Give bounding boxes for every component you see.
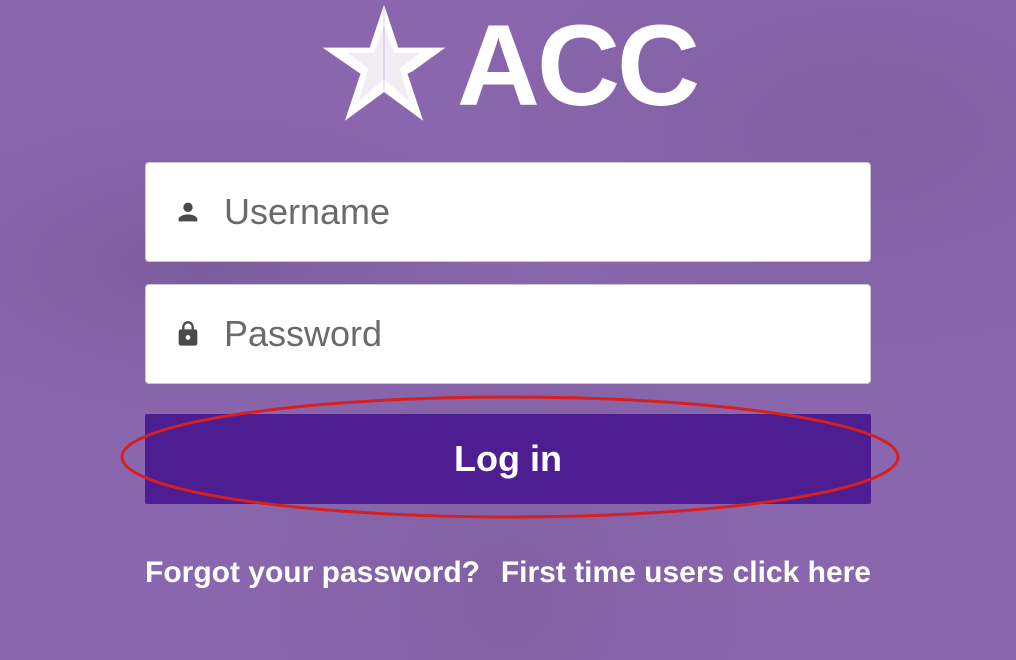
links-row: Forgot your password? First time users c… [145,556,871,590]
first-time-users-link[interactable]: First time users click here [501,556,871,590]
login-button[interactable]: Log in [145,414,871,504]
login-form: Log in Forgot your password? First time … [145,162,871,590]
logo: ACC [319,0,697,132]
password-field-wrapper [145,284,871,384]
username-field-wrapper [145,162,871,262]
logo-text: ACC [457,0,697,132]
username-input[interactable] [224,163,870,261]
login-button-wrapper: Log in [145,414,871,504]
star-icon [319,1,449,131]
lock-icon [174,320,202,348]
user-icon [174,198,202,226]
forgot-password-link[interactable]: Forgot your password? [145,556,480,590]
password-input[interactable] [224,285,870,383]
